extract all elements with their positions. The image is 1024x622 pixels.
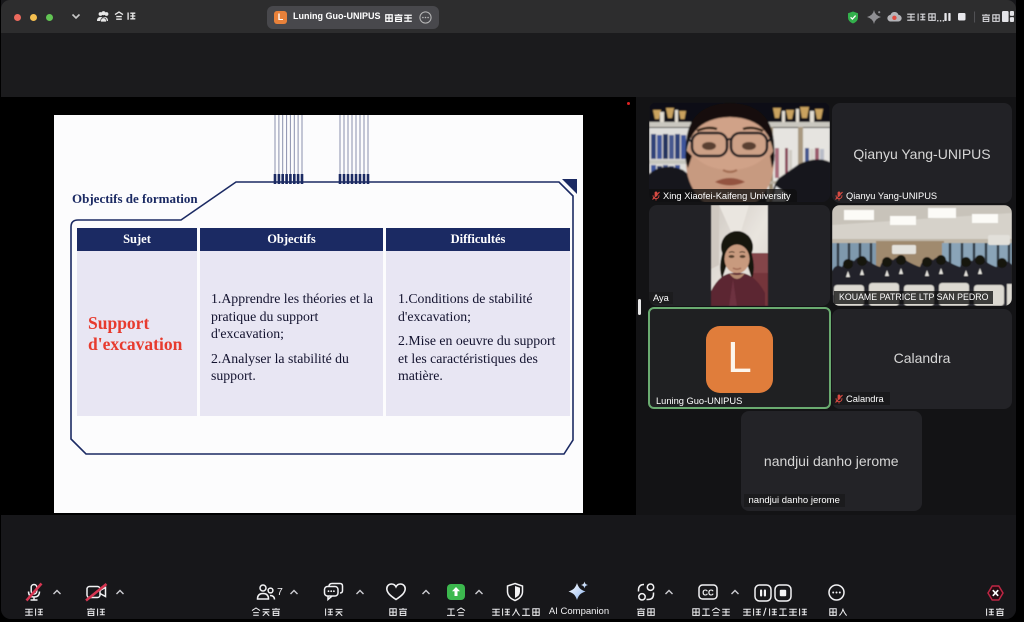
svg-text:CC: CC <box>702 588 714 597</box>
